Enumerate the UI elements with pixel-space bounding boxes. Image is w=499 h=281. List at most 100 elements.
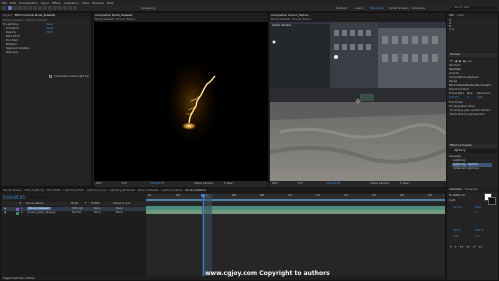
workspace-libraries[interactable]: Libraries <box>412 6 425 10</box>
zoom-dropdown[interactable]: 50% <box>96 182 102 185</box>
tab-lightning-strike[interactable]: Lightning_Strike <box>161 189 182 192</box>
eye-icon[interactable]: ◉ <box>4 207 6 210</box>
type-tool-icon[interactable] <box>48 6 52 10</box>
shortcut-dropdown[interactable]: Spacebar <box>449 68 461 71</box>
menu-animation[interactable]: Animation <box>64 1 79 5</box>
layer-mode[interactable]: Soft Ligh <box>72 207 83 210</box>
workspace-default[interactable]: Default <box>336 6 347 10</box>
workspace-standard[interactable]: Standard <box>370 6 384 10</box>
vertical-scale-value[interactable]: 100 % <box>453 229 461 232</box>
first-frame-icon[interactable]: ⏮ <box>450 59 453 63</box>
next-frame-icon[interactable]: ▶| <box>463 59 466 63</box>
composite-checkbox[interactable] <box>49 75 52 78</box>
tab-dust-lightning[interactable]: Dust_Lightning <box>25 189 44 192</box>
puppet-tool-icon[interactable] <box>73 6 77 10</box>
layer-mode[interactable]: Normal <box>72 211 81 214</box>
tab-ground-texture[interactable]: Ground_Texture <box>185 189 205 192</box>
tab-composition-broad-sidewalk[interactable]: Composition Broad_Sidewalk <box>95 14 132 17</box>
toggle-switches-modes[interactable]: Toggle Switches / Modes <box>3 277 35 280</box>
last-frame-icon[interactable]: ⏭ <box>469 59 472 63</box>
hand-tool-icon[interactable] <box>13 6 17 10</box>
effect-row-rotation[interactable]: Rotation <box>6 43 17 46</box>
stop-option-move-time[interactable]: Move time to preview time <box>450 113 485 116</box>
subtab-ground-texture[interactable]: Ground_Texture <box>116 18 135 21</box>
workspace-learn[interactable]: Learn <box>355 6 363 10</box>
pan-behind-tool-icon[interactable] <box>33 6 37 10</box>
effect-row-lightning[interactable]: fx Lightning <box>3 23 18 26</box>
mask-tool-icon[interactable] <box>38 6 42 10</box>
composition-viewer-right[interactable]: Active Camera <box>270 22 446 181</box>
column-source-name[interactable]: Source Name <box>26 202 43 205</box>
effect-item-lightning-vertical[interactable]: Lightning – Vertical <box>453 163 478 166</box>
tab-paragraph[interactable]: Paragraph <box>465 188 478 191</box>
tab-main-plate[interactable]: Main Plate <box>47 189 61 192</box>
layer-label-color[interactable] <box>16 211 19 215</box>
menu-window[interactable]: Window <box>92 1 104 5</box>
tab-effect-controls[interactable]: Effect Controls Broad_Sidewalk <box>15 14 55 17</box>
time-ruler[interactable]: 0s 02f 04f 06f 08f 10f 12f 14f 16f 18f 2… <box>146 194 445 202</box>
subtab-broad-sidewalk[interactable]: Broad_Sidewalk <box>271 18 290 21</box>
small-caps-button[interactable]: Tт <box>466 245 470 249</box>
menu-edit[interactable]: Edit <box>10 1 16 5</box>
timeline-timecode[interactable]: 0;00;00;05 <box>3 195 25 200</box>
opacity-value[interactable]: 100% <box>46 31 53 34</box>
superscript-button[interactable]: T¹ <box>473 245 476 249</box>
layer-name[interactable]: [Broad_Sidewalk] <box>27 207 51 210</box>
menu-help[interactable]: Help <box>107 1 114 5</box>
faux-bold-button[interactable]: T <box>450 245 452 249</box>
layer-trkmat[interactable]: None <box>94 211 101 214</box>
effect-row-end-point[interactable]: End Point <box>6 39 18 42</box>
effect-row-branches[interactable]: Branches <box>6 51 18 54</box>
workspace-small-screen[interactable]: Small Screen <box>389 6 409 10</box>
frame-rate-value[interactable]: (29.97) <box>449 96 458 99</box>
prev-frame-icon[interactable]: ◀ <box>455 59 457 63</box>
camera-tool-icon[interactable] <box>28 6 32 10</box>
font-family-dropdown[interactable]: Yu Gothic UI <box>449 194 465 197</box>
home-icon[interactable] <box>2 6 6 10</box>
timeline-search-input[interactable] <box>29 195 49 199</box>
tab-info[interactable]: Info <box>449 14 454 17</box>
tab-character[interactable]: Character <box>449 188 462 191</box>
tab-audio[interactable]: Audio <box>457 14 464 17</box>
skip-value[interactable]: 0 <box>467 96 469 99</box>
menu-effect[interactable]: Effect <box>52 1 61 5</box>
horizontal-scale-value[interactable]: 100 % <box>475 229 483 232</box>
effect-row-transform[interactable]: Transform <box>6 27 19 30</box>
font-style-dropdown[interactable]: Light <box>449 199 455 202</box>
effect-item-advanced-lightning[interactable]: Advanced Lightning <box>453 167 479 170</box>
views-dropdown[interactable]: 1 View <box>400 182 409 185</box>
tab-project[interactable]: Project <box>3 14 12 17</box>
stroke-color-swatch[interactable] <box>488 197 496 205</box>
roto-tool-icon[interactable] <box>68 6 72 10</box>
leading-value[interactable]: Auto <box>475 206 481 209</box>
stop-option-cached[interactable]: If caching, play cached frames <box>450 109 490 112</box>
layer-trkmat[interactable]: None <box>94 207 101 210</box>
current-time-display[interactable]: 0:00:00:05 <box>326 182 340 185</box>
composition-viewer-left[interactable] <box>94 22 268 181</box>
baseline-shift-value[interactable]: 0 px <box>453 235 459 238</box>
help-search-input[interactable]: ⌕ Search Help <box>449 6 497 10</box>
effect-row-segment-variation[interactable]: Segment Variation <box>6 47 30 50</box>
camera-view-dropdown[interactable]: Active Camera <box>370 182 389 185</box>
selection-tool-icon[interactable] <box>8 6 12 10</box>
playhead-line[interactable] <box>203 194 204 276</box>
camera-view-dropdown[interactable]: Active Camera <box>194 182 213 185</box>
play-from-dropdown[interactable]: Play From Start <box>449 88 469 91</box>
layer-parent[interactable]: None <box>116 211 123 214</box>
play-icon[interactable]: ▶ <box>459 59 461 63</box>
effect-row-opacity[interactable]: Opacity <box>6 31 16 34</box>
effect-row-start-point[interactable]: Start Point <box>6 35 20 38</box>
menu-file[interactable]: File <box>2 1 7 5</box>
preview-header[interactable]: Preview <box>448 53 497 57</box>
layer-list-empty-area[interactable] <box>1 216 146 276</box>
effects-category-generate[interactable]: Generate <box>449 155 461 158</box>
time-graph[interactable]: 0s 02f 04f 06f 08f 10f 12f 14f 16f 18f 2… <box>146 194 445 276</box>
menu-layer[interactable]: Layer <box>41 1 49 5</box>
current-time-display[interactable]: 0:00:00:05 <box>150 182 164 185</box>
resolution-value[interactable]: Auto <box>477 96 483 99</box>
tab-broad-sidewalk[interactable]: Broad_Sidewalk <box>138 189 158 192</box>
menu-composition[interactable]: Composition <box>19 1 38 5</box>
tab-lightning-elements[interactable]: Lightning_Elements <box>109 189 135 192</box>
views-dropdown[interactable]: 1 View <box>224 182 233 185</box>
rotate-tool-icon[interactable] <box>23 6 27 10</box>
